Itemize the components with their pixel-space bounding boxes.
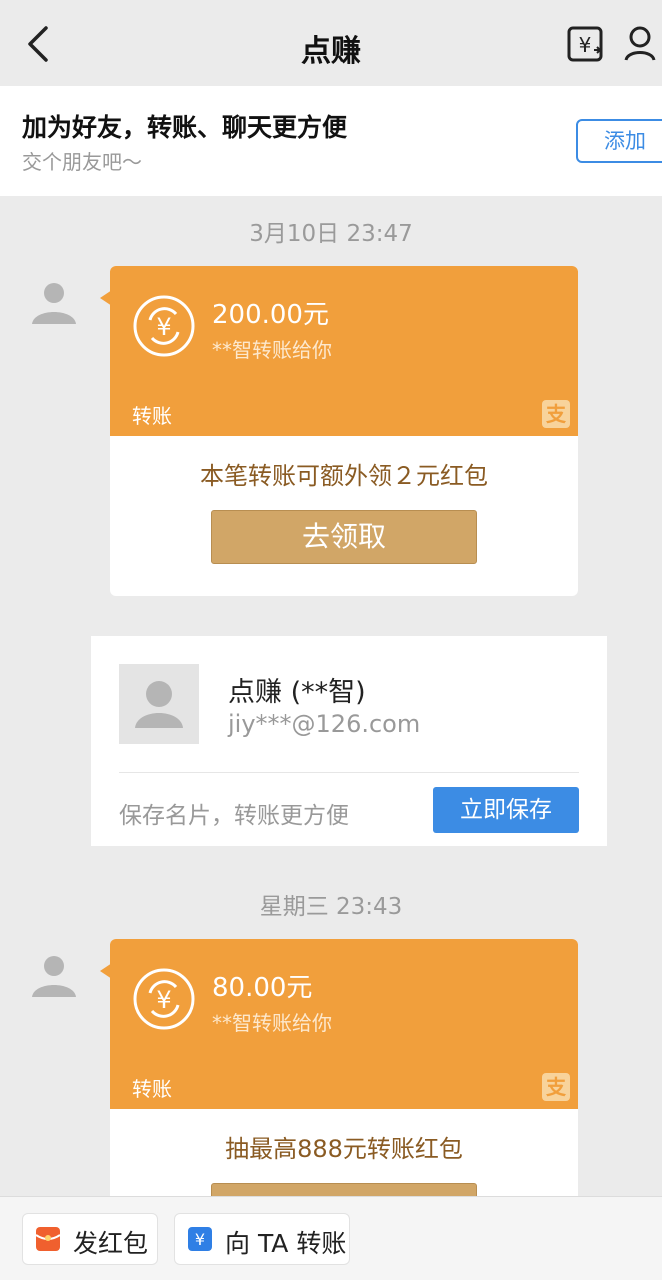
claim-button[interactable]: 去领取 <box>211 510 477 564</box>
transfer-type-label: 转账 <box>132 404 172 428</box>
transfer-to-ta-button[interactable]: ¥ 向 TA 转账 <box>174 1213 350 1265</box>
red-packet-promo: 本笔转账可额外领２元红包 <box>200 462 488 490</box>
svg-text:¥: ¥ <box>579 33 592 57</box>
transfer-icon: ¥ <box>188 1227 212 1251</box>
alipay-icon: 支 <box>542 400 570 428</box>
add-friend-button[interactable]: 添加 <box>576 119 662 163</box>
sender-avatar-icon[interactable] <box>30 278 78 326</box>
svg-text:¥: ¥ <box>156 986 171 1014</box>
sender-avatar-icon[interactable] <box>30 951 78 999</box>
transfer-card-header: ¥ 80.00元 **智转账给你 转账 支 <box>110 939 578 1109</box>
transfer-card-header: ¥ 200.00元 **智转账给你 转账 支 <box>110 266 578 436</box>
contact-avatar-icon[interactable] <box>119 664 199 744</box>
transfer-label: 向 TA 转账 <box>225 1229 347 1258</box>
transfer-amount: 200.00元 <box>212 300 329 330</box>
contact-name: 点赚 (**智) <box>228 677 366 708</box>
red-packet-icon <box>35 1227 61 1251</box>
message-timestamp: 星期三 23:43 <box>259 894 403 920</box>
transfer-sender: **智转账给你 <box>212 338 332 362</box>
bottom-action-bar: 发红包 ¥ 向 TA 转账 <box>0 1196 662 1280</box>
add-friend-subtitle: 交个朋友吧～ <box>22 150 142 174</box>
page-title: 点赚 <box>301 34 361 69</box>
add-friend-bar: 加为好友，转账、聊天更方便 交个朋友吧～ 添加 <box>0 86 662 196</box>
save-contact-button[interactable]: 立即保存 <box>433 787 579 833</box>
transfer-card[interactable]: ¥ 200.00元 **智转账给你 转账 支 本笔转账可额外领２元红包 去领取 <box>110 266 578 596</box>
nav-bar: 点赚 ¥ <box>0 0 662 86</box>
transfer-card[interactable]: ¥ 80.00元 **智转账给你 转账 支 抽最高888元转账红包 <box>110 939 578 1196</box>
divider <box>119 772 579 773</box>
claim-button[interactable] <box>211 1183 477 1196</box>
transfer-amount: 80.00元 <box>212 973 313 1003</box>
contact-email: jiy***@126.com <box>228 710 421 738</box>
save-card-hint: 保存名片，转账更方便 <box>119 803 349 829</box>
red-packet-promo: 抽最高888元转账红包 <box>225 1135 463 1163</box>
alipay-icon: 支 <box>542 1073 570 1101</box>
transfer-coin-icon: ¥ <box>133 968 195 1030</box>
transfer-type-label: 转账 <box>132 1077 172 1101</box>
svg-text:¥: ¥ <box>156 313 171 341</box>
add-friend-title: 加为好友，转账、聊天更方便 <box>22 113 348 142</box>
transfer-record-icon[interactable]: ¥ <box>566 24 606 64</box>
transfer-coin-icon: ¥ <box>133 295 195 357</box>
contact-profile-icon[interactable] <box>622 24 662 64</box>
name-card: 点赚 (**智) jiy***@126.com 保存名片，转账更方便 立即保存 <box>91 636 607 846</box>
message-timestamp: 3月10日 23:47 <box>249 221 413 247</box>
send-red-packet-button[interactable]: 发红包 <box>22 1213 158 1265</box>
red-packet-label: 发红包 <box>73 1229 149 1258</box>
svg-text:¥: ¥ <box>195 1230 205 1249</box>
bubble-tail-icon <box>100 290 112 306</box>
bubble-tail-icon <box>100 963 112 979</box>
transfer-sender: **智转账给你 <box>212 1011 332 1035</box>
